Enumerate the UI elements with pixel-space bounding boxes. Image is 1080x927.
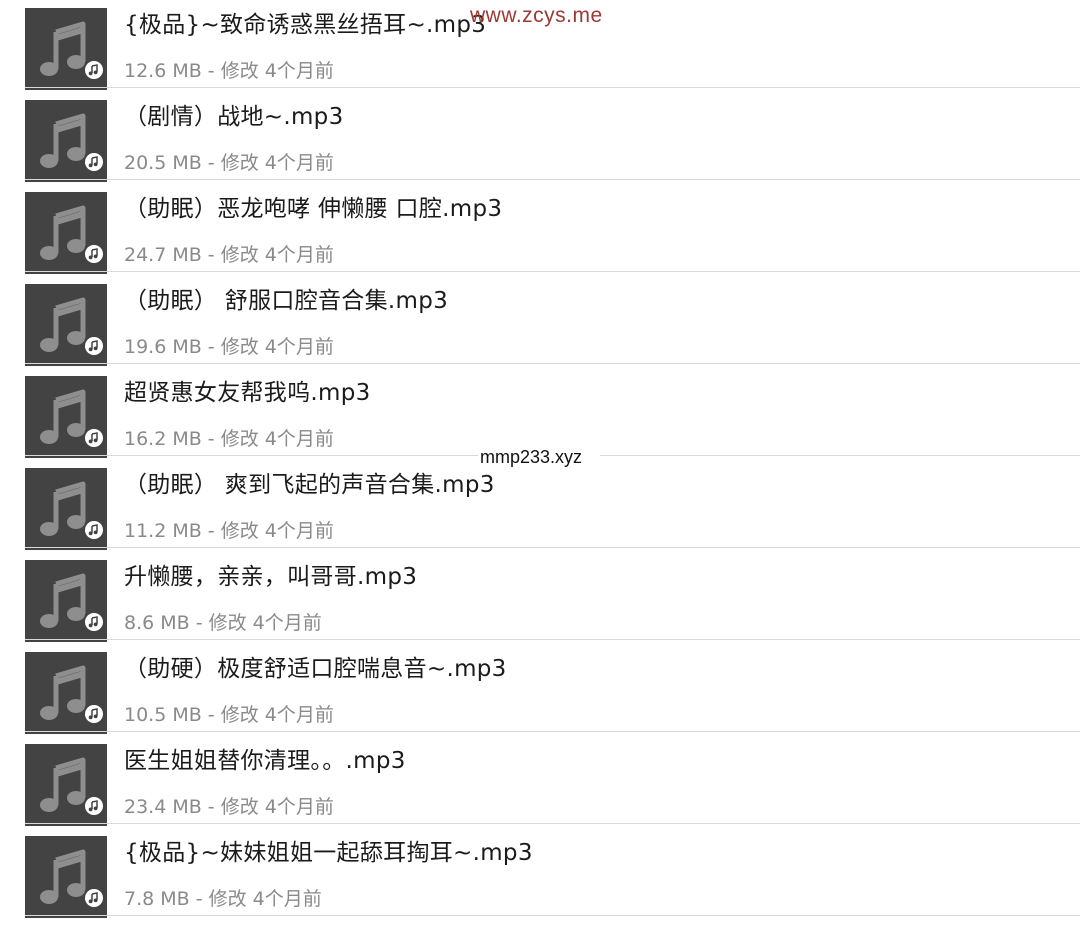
watermark-middle: mmp233.xyz [478,444,600,470]
row-divider [25,271,1080,272]
file-name: {极品}~致命诱惑黑丝捂耳~.mp3 [124,12,487,38]
file-row[interactable]: （助眠） 爽到飞起的声音合集.mp3 11.2 MB - 修改 4个月前 [0,467,1080,559]
file-row[interactable]: （助眠） 舒服口腔音合集.mp3 19.6 MB - 修改 4个月前 [0,283,1080,375]
row-divider [25,731,1080,732]
row-divider [25,363,1080,364]
row-divider [25,87,1080,88]
music-badge-icon [85,337,103,355]
music-badge-icon [85,245,103,263]
file-row[interactable]: （助硬）极度舒适口腔喘息音~.mp3 10.5 MB - 修改 4个月前 [0,651,1080,743]
file-name: （剧情）战地~.mp3 [124,104,344,130]
file-meta: 10.5 MB - 修改 4个月前 [124,704,334,726]
row-divider [25,179,1080,180]
music-badge-icon [85,61,103,79]
music-badge-icon [85,705,103,723]
file-meta: 16.2 MB - 修改 4个月前 [124,428,334,450]
file-meta: 12.6 MB - 修改 4个月前 [124,60,334,82]
file-name: 医生姐姐替你清理。。.mp3 [124,748,406,774]
file-name: 升懒腰，亲亲，叫哥哥.mp3 [124,564,418,590]
file-name: （助眠） 爽到飞起的声音合集.mp3 [124,472,495,498]
file-meta: 19.6 MB - 修改 4个月前 [124,336,334,358]
file-row[interactable]: 升懒腰，亲亲，叫哥哥.mp3 8.6 MB - 修改 4个月前 [0,559,1080,651]
file-row[interactable]: （剧情）战地~.mp3 20.5 MB - 修改 4个月前 [0,99,1080,191]
music-badge-icon [85,429,103,447]
file-name: 超贤惠女友帮我呜.mp3 [124,380,371,406]
music-badge-icon [85,889,103,907]
file-meta: 11.2 MB - 修改 4个月前 [124,520,334,542]
file-name: （助硬）极度舒适口腔喘息音~.mp3 [124,656,507,682]
music-badge-icon [85,153,103,171]
row-divider [25,547,1080,548]
watermark-top: www.zcys.me [470,4,603,27]
file-row[interactable]: （助眠）恶龙咆哮 伸懒腰 口腔.mp3 24.7 MB - 修改 4个月前 [0,191,1080,283]
file-meta: 8.6 MB - 修改 4个月前 [124,612,322,634]
row-divider [25,915,1080,916]
file-meta: 24.7 MB - 修改 4个月前 [124,244,334,266]
row-divider [25,823,1080,824]
file-row[interactable]: 医生姐姐替你清理。。.mp3 23.4 MB - 修改 4个月前 [0,743,1080,835]
music-badge-icon [85,521,103,539]
music-badge-icon [85,613,103,631]
row-divider [25,639,1080,640]
file-meta: 23.4 MB - 修改 4个月前 [124,796,334,818]
file-name: （助眠）恶龙咆哮 伸懒腰 口腔.mp3 [124,196,503,222]
file-name: {极品}~妹妹姐姐一起舔耳掏耳~.mp3 [124,840,533,866]
file-meta: 20.5 MB - 修改 4个月前 [124,152,334,174]
file-row[interactable]: {极品}~妹妹姐姐一起舔耳掏耳~.mp3 7.8 MB - 修改 4个月前 [0,835,1080,927]
file-name: （助眠） 舒服口腔音合集.mp3 [124,288,449,314]
music-badge-icon [85,797,103,815]
